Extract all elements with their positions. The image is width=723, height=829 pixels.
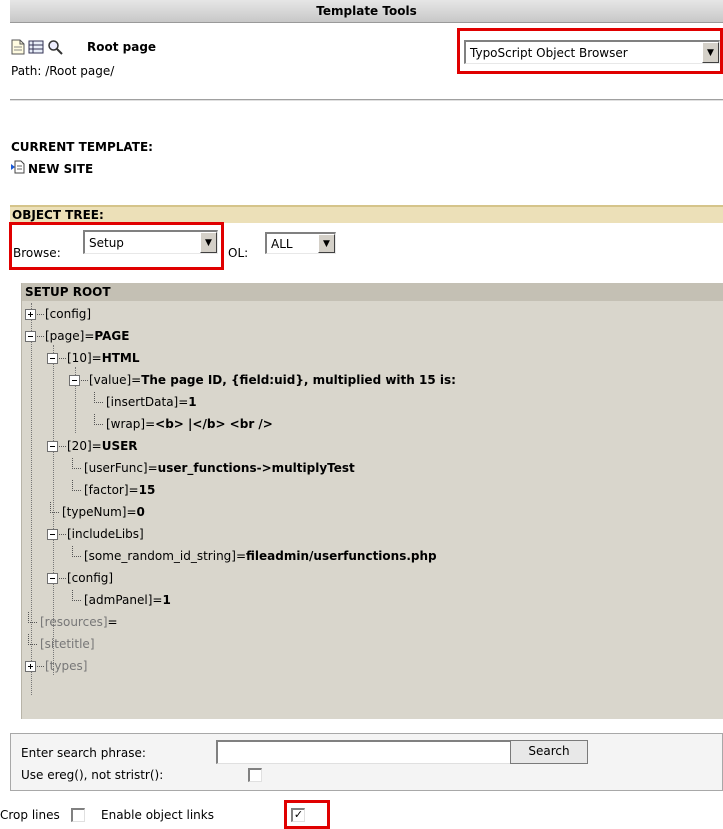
tree-value: 1 [188, 395, 197, 409]
tree-row[interactable]: [some_random_id_string] = fileadmin/userfu… [72, 545, 437, 567]
collapse-icon[interactable] [47, 440, 58, 452]
tree-value: <b> |</b> <br /> [155, 417, 273, 431]
expand-icon[interactable] [25, 308, 36, 320]
tree-row[interactable]: [factor] = 15 [72, 479, 155, 501]
tree-key: [10] [67, 351, 92, 365]
setup-tree-panel: SETUP ROOT [config] [page] = PAGE [10] = HTM… [21, 283, 723, 719]
search-button[interactable]: Search [510, 740, 588, 764]
current-template-link[interactable]: NEW SITE [11, 160, 93, 177]
tree-value: PAGE [94, 329, 130, 343]
page-icon-group [11, 38, 63, 58]
tree-key: [value] [89, 373, 132, 387]
object-tree-header: OBJECT TREE: [10, 205, 723, 223]
tree-row[interactable]: [includeLibs] [47, 523, 144, 545]
tree-key: [insertData] [106, 395, 179, 409]
tree-root-label: SETUP ROOT [22, 283, 723, 301]
ol-select[interactable]: ALL ▼ [265, 232, 336, 254]
ereg-label: Use ereg(), not stristr(): [21, 768, 164, 782]
object-tree-label: OBJECT TREE: [12, 208, 104, 222]
ol-value: ALL [271, 236, 293, 251]
tree-key: [config] [67, 571, 114, 585]
tree-key: [wrap] [106, 417, 146, 431]
list-view-icon[interactable] [28, 40, 44, 57]
chevron-down-icon[interactable]: ▼ [318, 234, 335, 253]
tree-key: [admPanel] [84, 593, 153, 607]
crop-lines-checkbox[interactable] [71, 808, 85, 822]
tree-row[interactable]: [value] = The page ID, {field:uid}, multip… [69, 369, 456, 391]
tree-row[interactable]: [typeNum] = 0 [50, 501, 145, 523]
tree-value: fileadmin/userfunctions.php [246, 549, 437, 563]
tree-row[interactable]: [types] [25, 655, 87, 677]
tree-key: [types] [45, 659, 88, 673]
tree-key: [typeNum] [62, 505, 127, 519]
tree-value: USER [101, 439, 138, 453]
divider [10, 99, 723, 101]
collapse-icon[interactable] [69, 374, 80, 386]
tree-row[interactable]: [sitetitle] [28, 633, 95, 655]
current-template-label: CURRENT TEMPLATE: [11, 140, 153, 154]
search-icon[interactable] [47, 39, 63, 58]
tree-key: [sitetitle] [40, 637, 95, 651]
page-title: Root page [87, 40, 157, 54]
collapse-icon[interactable] [25, 330, 36, 342]
tree-row[interactable]: [resources] = [28, 611, 118, 633]
object-links-label: Enable object links [101, 808, 214, 822]
template-icon [11, 160, 26, 177]
tree-row[interactable]: [wrap] = <b> |</b> <br /> [94, 413, 273, 435]
tree-key: [config] [45, 307, 92, 321]
collapse-icon[interactable] [47, 572, 58, 584]
page-icon[interactable] [11, 39, 25, 58]
tree-row[interactable]: [admPanel] = 1 [72, 589, 171, 611]
tree-row[interactable]: [config] [25, 303, 91, 325]
tree-row[interactable]: [insertData] = 1 [94, 391, 197, 413]
tree-row[interactable]: [userFunc] = user_functions->multiplyTest [72, 457, 355, 479]
tree-row[interactable]: [10] = HTML [47, 347, 140, 369]
current-template-name: NEW SITE [28, 161, 94, 176]
tree-key: [20] [67, 439, 92, 453]
tree-value: 1 [162, 593, 171, 607]
tree-row[interactable]: [20] = USER [47, 435, 138, 457]
search-label: Enter search phrase: [21, 746, 146, 760]
object-links-highlight [284, 800, 330, 829]
tree-key: [includeLibs] [67, 527, 144, 541]
tree-row[interactable]: [page] = PAGE [25, 325, 129, 347]
tree-row[interactable]: [config] [47, 567, 113, 589]
function-menu-highlight [457, 28, 723, 74]
tree-value: The page ID, {field:uid}, multiplied wit… [141, 373, 456, 387]
ereg-checkbox[interactable] [248, 768, 262, 782]
tree-key: [page] [45, 329, 85, 343]
crop-lines-label: Crop lines [0, 808, 60, 822]
tree-key: [resources] [40, 615, 108, 629]
browse-highlight [9, 222, 224, 270]
collapse-icon[interactable] [47, 528, 58, 540]
search-panel: Enter search phrase: Search Use ereg(), … [10, 733, 723, 791]
module-title: Template Tools [316, 4, 417, 18]
search-input[interactable] [216, 740, 512, 764]
tree-value: user_functions->multiplyTest [157, 461, 355, 475]
tree-key: [userFunc] [84, 461, 148, 475]
tree-value: 15 [138, 483, 156, 497]
expand-icon[interactable] [25, 660, 36, 672]
tree-key: [some_random_id_string] [84, 549, 236, 563]
tree-value: HTML [101, 351, 140, 365]
tree-key: [factor] [84, 483, 129, 497]
module-header: Template Tools [10, 0, 723, 23]
collapse-icon[interactable] [47, 352, 58, 364]
tree-value: 0 [136, 505, 145, 519]
page-path: Path: /Root page/ [11, 64, 115, 78]
ol-label: OL: [228, 246, 249, 260]
